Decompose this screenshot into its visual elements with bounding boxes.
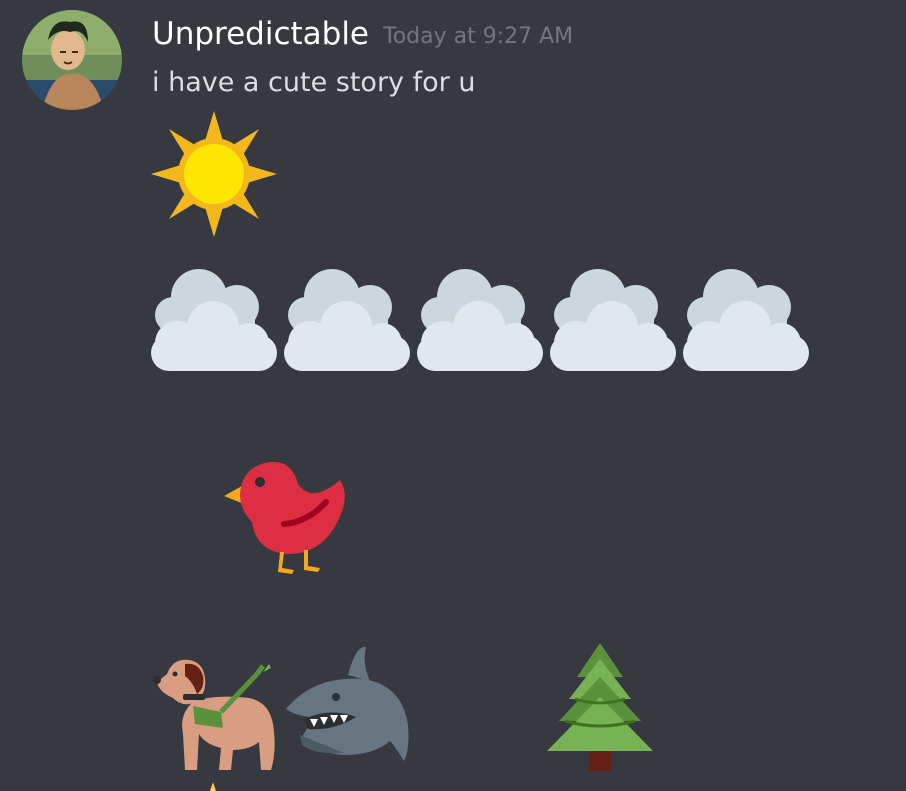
- cloud-icon[interactable]: [683, 265, 809, 373]
- shark-icon[interactable]: [284, 645, 412, 773]
- bird-icon[interactable]: [222, 458, 350, 576]
- message-text: i have a cute story for u: [152, 67, 476, 98]
- message-timestamp: Today at 9:27 AM: [383, 24, 574, 49]
- avatar-image: [22, 10, 122, 110]
- cloud-icon[interactable]: [151, 265, 277, 373]
- cloud-icon[interactable]: [417, 265, 543, 373]
- cloud-icon[interactable]: [550, 265, 676, 373]
- sun-icon[interactable]: [151, 111, 277, 237]
- evergreen-tree-icon[interactable]: [545, 643, 655, 773]
- message-author[interactable]: Unpredictable: [152, 14, 369, 54]
- cloud-icon[interactable]: [284, 265, 410, 373]
- sparkle-icon: [203, 782, 223, 791]
- guide-dog-icon[interactable]: [153, 654, 279, 774]
- avatar[interactable]: [22, 10, 122, 110]
